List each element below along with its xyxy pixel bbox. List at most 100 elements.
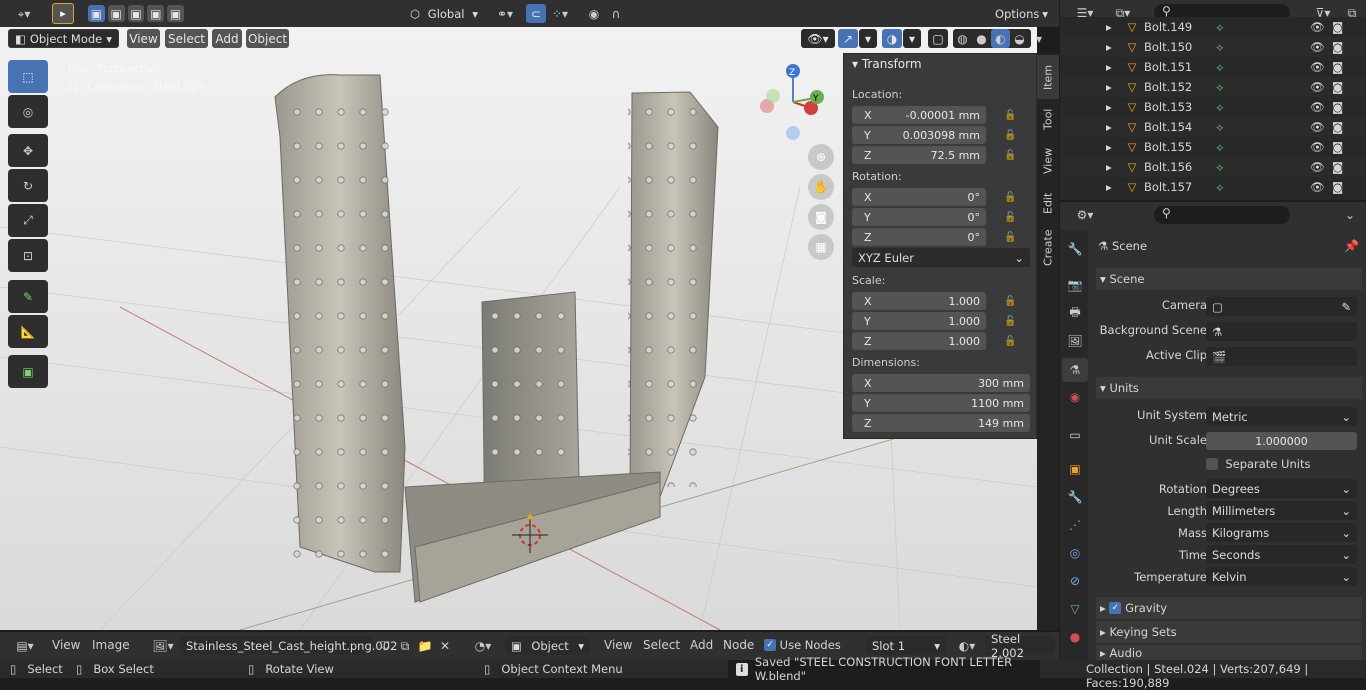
rendered-shading-icon[interactable]: ◒ <box>1010 29 1029 48</box>
options-dropdown[interactable]: Options ▾ <box>989 4 1054 23</box>
select-intersect-icon[interactable]: ▣ <box>167 5 184 22</box>
dimension-z-field[interactable]: Z 149 mm <box>852 414 1030 432</box>
outliner-item[interactable]: ▸ ▽ Bolt.153 ⟡ 👁 ◙ <box>1060 97 1366 117</box>
gravity-checkbox[interactable]: ✓ <box>1109 602 1122 614</box>
scale-tool[interactable]: ⤢ <box>8 204 48 237</box>
select-invert-icon[interactable]: ▣ <box>147 5 165 22</box>
unlink-icon[interactable]: ✕ <box>436 637 454 655</box>
time-dropdown[interactable]: Seconds ⌄ <box>1206 545 1357 564</box>
outliner-item[interactable]: ▸ ▽ Bolt.150 ⟡ 👁 ◙ <box>1060 37 1366 57</box>
render-camera-icon[interactable]: ◙ <box>1332 180 1350 194</box>
image-name-field[interactable]: Stainless_Steel_Cast_height.png.002 <box>180 636 397 655</box>
expand-arrow-icon[interactable]: ▸ <box>1106 20 1120 34</box>
constraints-tab-icon[interactable]: ⊘ <box>1064 570 1086 592</box>
snap-target-icon[interactable]: ⁘▾ <box>548 5 572 23</box>
eyedropper-icon[interactable]: ✎ <box>1341 300 1351 314</box>
overlay-dropdown-icon[interactable]: ▾ <box>903 29 921 48</box>
material-tab-icon[interactable]: ● <box>1064 626 1086 648</box>
dimension-x-field[interactable]: X 300 mm <box>852 374 1030 392</box>
rotation-units-dropdown[interactable]: Degrees ⌄ <box>1206 479 1357 498</box>
render-camera-icon[interactable]: ◙ <box>1332 40 1350 54</box>
eye-icon[interactable]: 👁 <box>1310 180 1328 194</box>
modifier-tab-icon[interactable]: 🔧 <box>1064 486 1086 508</box>
gravity-panel-header[interactable]: ▸ ✓ Gravity <box>1096 597 1362 619</box>
select-extend-icon[interactable]: ▣ <box>107 5 125 22</box>
image-menu[interactable]: Image <box>92 638 130 652</box>
visibility-icon[interactable]: 👁▾ <box>801 29 835 48</box>
annotate-tool[interactable]: ✎ <box>8 280 48 313</box>
particles-tab-icon[interactable]: ⋰ <box>1064 514 1086 536</box>
gizmo-dropdown-icon[interactable]: ▾ <box>859 29 877 48</box>
expand-arrow-icon[interactable]: ▸ <box>1106 180 1120 194</box>
lock-icon[interactable]: 🔓 <box>1004 296 1016 307</box>
scale-z-field[interactable]: Z 1.000 <box>852 332 986 350</box>
unit-scale-field[interactable]: 1.000000 <box>1206 432 1357 450</box>
rotation-z-field[interactable]: Z 0° <box>852 228 986 246</box>
cursor-tool[interactable]: ◎ <box>8 95 48 128</box>
zoom-icon[interactable]: ⊕ <box>808 144 834 170</box>
active-clip-field[interactable]: 🎬 <box>1206 347 1357 366</box>
render-camera-icon[interactable]: ◙ <box>1332 60 1350 74</box>
image-browse-icon[interactable]: 🖼▾ <box>148 637 178 655</box>
rotation-y-field[interactable]: Y 0° <box>852 208 986 226</box>
overlay-toggle-icon[interactable]: ◑ <box>882 29 902 48</box>
pan-hand-icon[interactable]: ✋ <box>808 174 834 200</box>
tab-edit[interactable]: Edit <box>1037 183 1059 223</box>
properties-editor-icon[interactable]: ⚙▾ <box>1070 206 1100 224</box>
unit-system-dropdown[interactable]: Metric ⌄ <box>1206 407 1357 426</box>
scale-x-field[interactable]: X 1.000 <box>852 292 986 310</box>
lock-icon[interactable]: 🔓 <box>1004 110 1016 121</box>
gizmo-toggle-icon[interactable]: ↗ <box>838 29 858 48</box>
rotate-tool[interactable]: ↻ <box>8 169 48 202</box>
ortho-grid-icon[interactable]: ▦ <box>808 234 834 260</box>
object-menu[interactable]: Object <box>246 29 289 48</box>
location-y-field[interactable]: Y 0.003098 mm <box>852 126 986 144</box>
outliner-item[interactable]: ▸ ▽ Bolt.155 ⟡ 👁 ◙ <box>1060 137 1366 157</box>
select-new-icon[interactable]: ▣ <box>88 5 105 22</box>
material-name-field[interactable]: Steel 2.002 <box>985 632 1055 660</box>
view-menu[interactable]: View <box>52 638 80 652</box>
wireframe-shading-icon[interactable]: ◍ <box>953 29 972 48</box>
fake-user-icon[interactable]: ⛉ <box>376 637 394 655</box>
length-dropdown[interactable]: Millimeters ⌄ <box>1206 501 1357 520</box>
location-x-field[interactable]: X -0.00001 mm <box>852 106 986 124</box>
add-cube-tool[interactable]: ▣ <box>8 355 48 388</box>
move-tool[interactable]: ✥ <box>8 134 48 167</box>
lock-icon[interactable]: 🔓 <box>1004 192 1016 203</box>
rotation-mode-dropdown[interactable]: XYZ Euler ⌄ <box>852 248 1030 267</box>
object-tab-icon[interactable]: ▣ <box>1064 458 1086 480</box>
save-report[interactable]: i Saved "STEEL CONSTRUCTION FONT LETTER … <box>728 655 1040 683</box>
expand-arrow-icon[interactable]: ▸ <box>1106 80 1120 94</box>
dimension-y-field[interactable]: Y 1100 mm <box>852 394 1030 412</box>
mass-dropdown[interactable]: Kilograms ⌄ <box>1206 523 1357 542</box>
pin-icon[interactable]: 📌 <box>1344 239 1359 253</box>
audio-panel-header[interactable]: ▸ Audio <box>1096 645 1362 660</box>
snap-icon[interactable]: ⊂ <box>526 4 546 23</box>
tab-create[interactable]: Create <box>1037 225 1059 271</box>
node-menu[interactable]: Node <box>723 638 754 652</box>
proportional-edit-icon[interactable]: ◉ <box>584 5 604 23</box>
transform-tool[interactable]: ⊡ <box>8 239 48 272</box>
select-box-tool[interactable]: ⬚ <box>8 60 48 93</box>
tool-tab-icon[interactable]: 🔧 <box>1064 238 1086 260</box>
physics-tab-icon[interactable]: ◎ <box>1064 542 1086 564</box>
tab-item[interactable]: Item <box>1037 55 1059 99</box>
eye-icon[interactable]: 👁 <box>1310 100 1328 114</box>
world-tab-icon[interactable]: ◉ <box>1064 386 1086 408</box>
node-add-menu[interactable]: Add <box>690 638 713 652</box>
select-tool-icon[interactable]: ▸ <box>52 3 74 24</box>
open-folder-icon[interactable]: 📁 <box>416 637 434 655</box>
use-nodes-checkbox[interactable]: ✓ Use Nodes <box>764 638 841 652</box>
eye-icon[interactable]: 👁 <box>1310 20 1328 34</box>
editor-type-icon[interactable]: ▤▾ <box>10 637 40 655</box>
location-z-field[interactable]: Z 72.5 mm <box>852 146 986 164</box>
rotation-x-field[interactable]: X 0° <box>852 188 986 206</box>
render-camera-icon[interactable]: ◙ <box>1332 160 1350 174</box>
shader-editor-icon[interactable]: ◔▾ <box>468 637 498 655</box>
render-camera-icon[interactable]: ◙ <box>1332 20 1350 34</box>
scale-y-field[interactable]: Y 1.000 <box>852 312 986 330</box>
falloff-icon[interactable]: ∩ <box>606 5 626 23</box>
outliner-item[interactable]: ▸ ▽ Bolt.154 ⟡ 👁 ◙ <box>1060 117 1366 137</box>
eye-icon[interactable]: 👁 <box>1310 120 1328 134</box>
expand-arrow-icon[interactable]: ▸ <box>1106 60 1120 74</box>
